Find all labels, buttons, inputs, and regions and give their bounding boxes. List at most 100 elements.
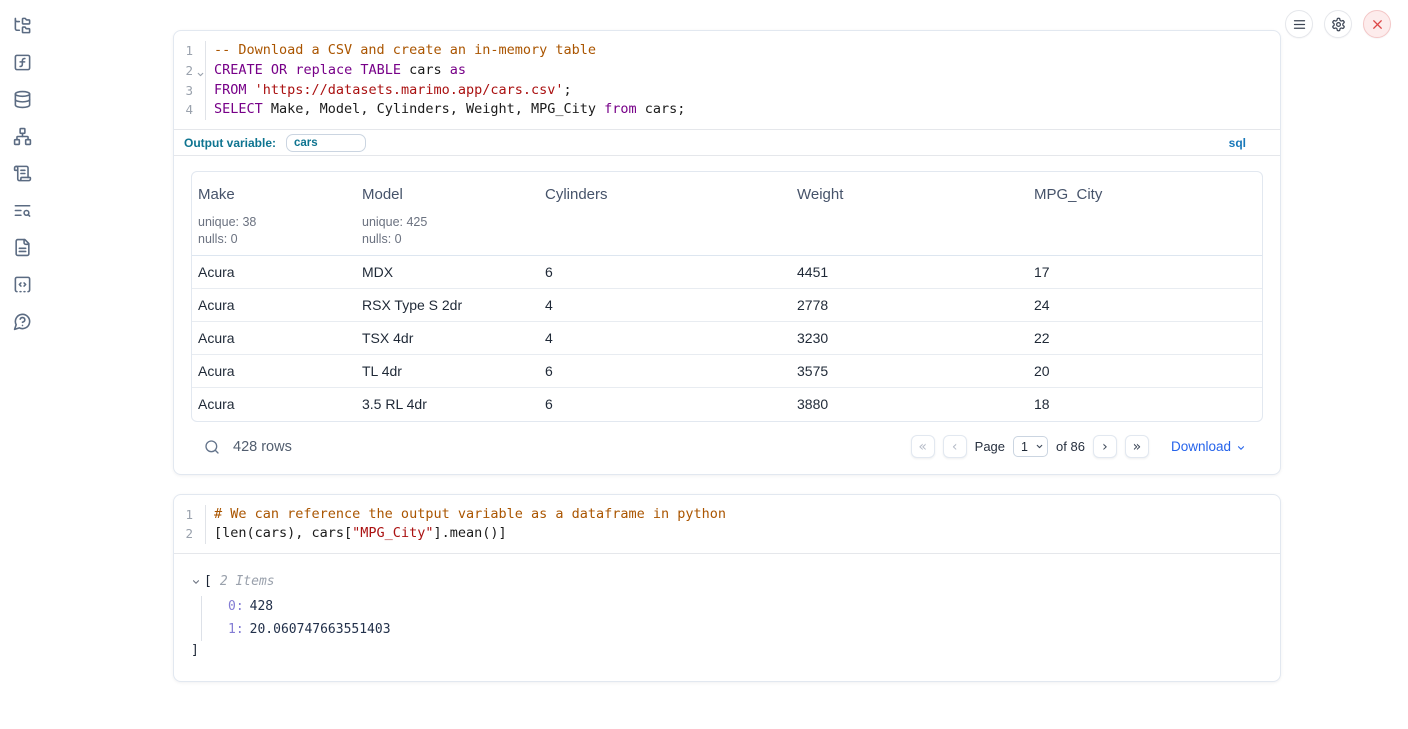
line-number: 4 [174,100,205,120]
code-line: -- Download a CSV and create an in-memor… [214,41,1280,61]
column-header-weight[interactable]: Weight [791,172,1028,256]
scratchpad-icon[interactable] [12,163,32,183]
code-token: [len(cars), cars[ [214,525,352,541]
code-token: -- Download a CSV and create an in-memor… [214,42,596,58]
code-token [247,82,255,98]
dependency-graph-icon[interactable] [12,126,32,146]
chevron-down-icon [1236,443,1246,453]
settings-button[interactable] [1324,10,1352,38]
python-code-editor[interactable]: 12 # We can reference the output variable… [174,495,1280,554]
table-cell: 6 [539,355,791,388]
pagination: « ‹ Page 1 of 86 › » Download [911,435,1246,458]
column-header-mpg_city[interactable]: MPG_City [1028,172,1262,256]
code-lines[interactable]: # We can reference the output variable a… [206,505,1280,545]
line-number: 3 [174,81,205,101]
table-cell: 4 [539,289,791,322]
list-output: [ 2 Items 0:4281:20.060747663551403 ] [174,553,1280,681]
table-cell: 18 [1028,388,1262,421]
snippets-icon[interactable] [12,274,32,294]
column-stats: unique: 425nulls: 0 [362,214,533,247]
code-line: SELECT Make, Model, Cylinders, Weight, M… [214,100,1280,120]
line-number-gutter: 1234 [174,41,206,120]
documentation-icon[interactable] [12,237,32,257]
column-stats: unique: 38nulls: 0 [198,214,350,247]
sql-code-editor[interactable]: 1234 -- Download a CSV and create an in-m… [174,31,1280,129]
open-bracket: [ [204,572,212,592]
table-row: AcuraTL 4dr6357520 [192,355,1262,388]
code-token: ].mean()] [433,525,506,541]
download-button[interactable]: Download [1171,439,1246,454]
column-header-cylinders[interactable]: Cylinders [539,172,791,256]
code-lines[interactable]: -- Download a CSV and create an in-memor… [206,41,1280,120]
code-line: CREATE OR replace TABLE cars as [214,61,1280,81]
help-icon[interactable] [12,311,32,331]
line-number: 1 [174,41,205,61]
code-token: from [604,101,637,117]
table-cell: 22 [1028,322,1262,355]
line-number: 2 [174,61,205,81]
next-page-button[interactable]: › [1093,435,1117,458]
code-token: cars [401,62,450,78]
table-cell: 3880 [791,388,1028,421]
close-bracket: ] [191,641,1263,661]
output-variable-input[interactable] [286,134,366,152]
tree-entry: 1:20.060747663551403 [228,619,1263,642]
table-cell: Acura [192,322,356,355]
logs-icon[interactable] [12,200,32,220]
function-square-icon[interactable] [12,52,32,72]
line-number-gutter: 12 [174,505,206,545]
table-cell: 20 [1028,355,1262,388]
tree-entry-value: 20.060747663551403 [250,622,391,637]
column-name: Make [198,186,350,203]
table-cell: TL 4dr [356,355,539,388]
column-stat: unique: 425 [362,214,533,231]
items-count-label: 2 Items [220,572,275,592]
code-token: as [450,62,466,78]
database-icon[interactable] [12,89,32,109]
row-count: 428 rows [233,439,292,455]
table-cell: 4451 [791,256,1028,289]
column-stat: unique: 38 [198,214,350,231]
column-header-model[interactable]: Model unique: 425nulls: 0 [356,172,539,256]
tree-entry: 0:428 [228,596,1263,619]
fold-chevron-icon[interactable] [195,65,205,75]
table-row: AcuraTSX 4dr4323022 [192,322,1262,355]
shutdown-button[interactable] [1363,10,1391,38]
code-token: ; [564,82,572,98]
search-icon[interactable] [200,435,224,459]
code-token: cars; [637,101,686,117]
table-cell: Acura [192,355,356,388]
code-token: "MPG_City" [352,525,433,541]
output-variable-label: Output variable: [184,136,276,150]
page-label: Page [975,439,1005,454]
menu-icon [1292,17,1307,32]
column-name: Model [362,186,533,203]
table-cell: 3230 [791,322,1028,355]
last-page-button[interactable]: » [1125,435,1149,458]
tree-entries: 0:4281:20.060747663551403 [201,596,1263,641]
table-output: Makeunique: 38nulls: 0Modelunique: 425nu… [174,156,1280,474]
table-cell: 24 [1028,289,1262,322]
prev-page-button[interactable]: ‹ [943,435,967,458]
output-variable-bar: Output variable: sql [174,129,1280,156]
page-select[interactable]: 1 [1013,436,1048,457]
menu-button[interactable] [1285,10,1313,38]
collapse-chevron-icon[interactable] [191,577,201,587]
code-token [263,62,271,78]
topbar-controls [1285,10,1391,38]
table-footer: 428 rows « ‹ Page 1 of 86 › » Do [191,422,1263,474]
page-select-wrap: 1 [1013,436,1048,457]
code-token: Make, Model, Cylinders, Weight, MPG_City [263,101,604,117]
table-cell: MDX [356,256,539,289]
tree-root: [ 2 Items [191,572,1263,592]
column-header-make[interactable]: Make unique: 38nulls: 0 [192,172,356,256]
line-number: 2 [174,524,205,544]
language-badge: sql [1229,136,1246,150]
file-tree-icon[interactable] [12,15,32,35]
column-stat: nulls: 0 [198,231,350,248]
notebook: 1234-- Download a CSV and create an in-m… [173,30,1281,682]
first-page-button[interactable]: « [911,435,935,458]
download-label: Download [1171,439,1231,454]
code-token: SELECT [214,101,263,117]
code-line: # We can reference the output variable a… [214,505,1280,525]
